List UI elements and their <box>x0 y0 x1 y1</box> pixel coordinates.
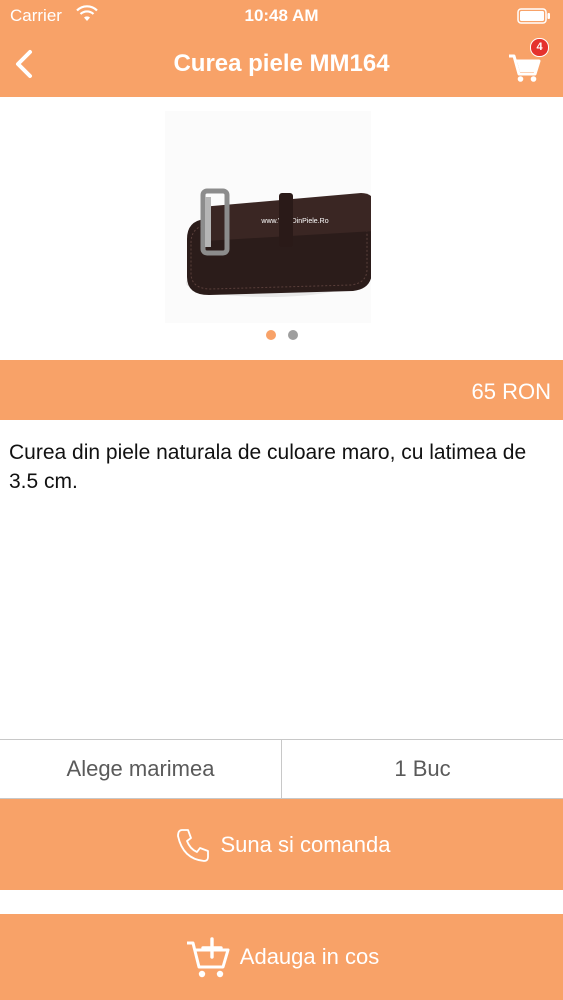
cart-add-icon <box>186 937 230 978</box>
size-selector[interactable]: Alege marimea <box>0 740 281 798</box>
status-time: 10:48 AM <box>244 6 319 25</box>
carousel-dot[interactable] <box>287 330 298 340</box>
product-image-watermark: www.VisaDinPiele.Ro <box>260 218 328 225</box>
call-to-order-button[interactable]: Suna si comanda <box>0 799 563 890</box>
product-image-carousel[interactable]: www.VisaDinPiele.Ro <box>0 97 563 360</box>
battery-icon <box>517 8 550 24</box>
carousel-dot-active[interactable] <box>265 330 276 340</box>
top-navigation-bar: Carrier 10:48 AM Curea piele MM164 4 <box>0 0 563 97</box>
page-title: Curea piele MM164 <box>173 50 390 77</box>
size-selector-label: Alege marimea <box>66 756 215 781</box>
price-bar: 65 RON <box>0 360 563 420</box>
add-to-cart-button[interactable]: Adauga in cos <box>0 914 563 1000</box>
product-image: www.VisaDinPiele.Ro <box>165 111 371 323</box>
phone-icon <box>176 828 209 862</box>
carousel-indicator <box>0 327 563 345</box>
quantity-selector-label: 1 Buc <box>394 756 451 781</box>
status-bar: Carrier 10:48 AM <box>0 0 563 32</box>
call-button-label: Suna si comanda <box>220 831 391 857</box>
product-description: Curea din piele naturala de culoare maro… <box>9 441 527 493</box>
cart-count-badge: 4 <box>530 38 549 57</box>
quantity-selector[interactable]: 1 Buc <box>281 740 563 798</box>
cart-button[interactable]: 4 <box>505 38 549 82</box>
add-to-cart-label: Adauga in cos <box>239 944 380 969</box>
options-row: Alege marimea 1 Buc <box>0 739 563 799</box>
product-price: 65 RON <box>471 379 551 404</box>
